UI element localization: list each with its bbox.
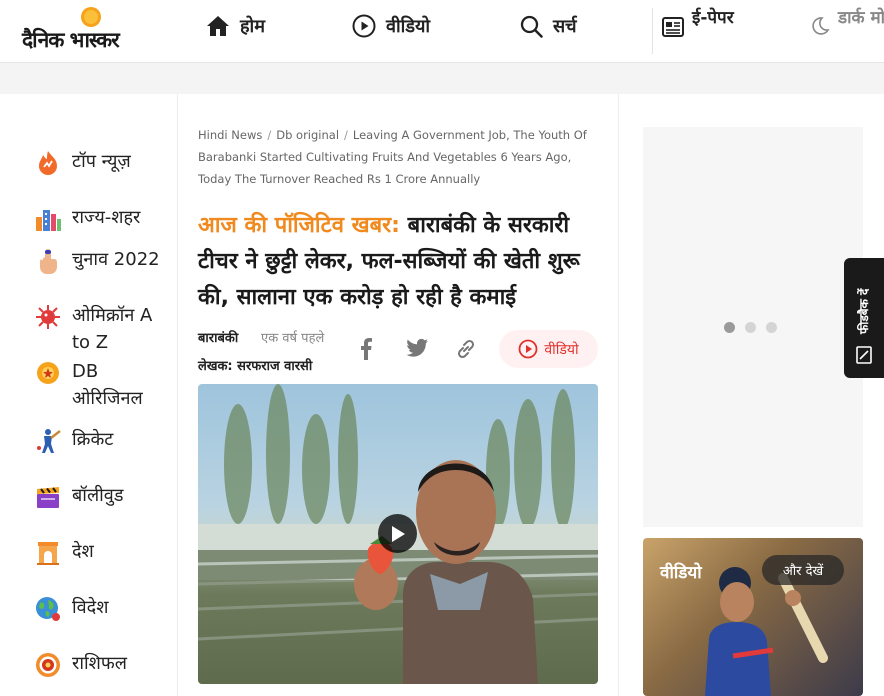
nav-divider	[652, 8, 653, 54]
play-circle-icon	[518, 339, 538, 359]
sidebar-item-state-city[interactable]: राज्य-शहर	[34, 204, 172, 233]
facebook-share-icon[interactable]	[360, 338, 372, 360]
dainik-bhaskar-logo[interactable]: दैनिक भास्कर	[22, 6, 162, 56]
nav-home-label: होम	[240, 16, 265, 37]
sidebar-item-omicron[interactable]: ओमिक्रॉन A to Z	[34, 302, 172, 356]
video-play-button[interactable]	[378, 514, 417, 553]
nav-epaper-label: ई-पेपर	[692, 8, 734, 28]
sidebar-item-label: देश	[72, 541, 94, 562]
article-video-player[interactable]	[198, 384, 598, 684]
nav-epaper[interactable]: ई-पेपर	[662, 8, 752, 37]
breadcrumb-section-link[interactable]: Db original	[276, 128, 339, 142]
article-main: Hindi News / Db original / Leaving A Governm…	[179, 94, 619, 696]
virus-icon	[36, 305, 60, 329]
nav-home[interactable]: होम	[206, 12, 265, 40]
sidebar-item-world[interactable]: विदेश	[34, 594, 172, 623]
flame-icon	[39, 151, 57, 175]
dark-mode-toggle[interactable]: डार्क मोड	[810, 8, 884, 36]
sidebar-item-top-news[interactable]: टॉप न्यूज़	[34, 148, 172, 177]
sidebar-item-label: टॉप न्यूज़	[72, 151, 131, 172]
play-circle-icon	[352, 14, 376, 38]
article-headline: आज की पॉजिटिव खबर: बाराबंकी के सरकारी टी…	[198, 208, 603, 316]
copy-link-icon[interactable]	[455, 338, 477, 360]
sidebar-item-label: विदेश	[72, 597, 109, 618]
sun-logo-icon	[81, 7, 101, 27]
sidebar-item-label: क्रिकेट	[72, 429, 114, 450]
breadcrumb-separator: /	[344, 128, 348, 142]
sidebar-item-db-original[interactable]: DB ओरिजिनल	[34, 358, 172, 412]
sidebar-item-label: राज्य-शहर	[72, 207, 141, 228]
headline-kicker: आज की पॉजिटिव खबर:	[198, 213, 400, 238]
sidebar-item-label: बॉलीवुड	[72, 485, 124, 506]
twitter-share-icon[interactable]	[406, 338, 428, 358]
db-original-icon	[37, 362, 59, 384]
newspaper-icon	[662, 17, 684, 37]
home-icon	[207, 16, 229, 36]
carousel-dots	[724, 322, 787, 333]
sidebar-item-label: DB ओरिजिनल	[72, 361, 143, 409]
ad-strip	[0, 63, 884, 94]
carousel-dot-active[interactable]	[724, 322, 735, 333]
article-time: एक वर्ष पहले	[261, 331, 325, 346]
sidebar-item-cricket[interactable]: क्रिकेट	[34, 426, 172, 455]
sidebar-item-label: चुनाव 2022	[72, 249, 160, 270]
watch-video-label: वीडियो	[544, 341, 579, 358]
play-icon	[391, 525, 405, 542]
feedback-label: फीडबैक दें	[857, 288, 871, 334]
sidebar-item-label: ओमिक्रॉन A to Z	[72, 305, 153, 353]
moon-icon	[812, 17, 830, 35]
watch-video-button[interactable]: वीडियो	[499, 330, 598, 368]
feedback-tab[interactable]: फीडबैक दें	[844, 258, 884, 378]
city-icon	[36, 210, 61, 231]
nav-search[interactable]: सर्च	[520, 12, 577, 40]
breadcrumb: Hindi News / Db original / Leaving A Governm…	[198, 124, 603, 190]
sidebar-item-horoscope[interactable]: राशिफल	[34, 650, 172, 679]
search-icon	[520, 15, 543, 38]
voting-finger-icon	[40, 249, 57, 274]
video-widget-title: वीडियो	[660, 563, 702, 583]
breadcrumb-home-link[interactable]: Hindi News	[198, 128, 262, 142]
carousel-dot[interactable]	[766, 322, 777, 333]
sidebar-item-bollywood[interactable]: बॉलीवुड	[34, 482, 172, 511]
nav-search-label: सर्च	[553, 16, 577, 37]
sidebar-item-label: राशिफल	[72, 653, 128, 674]
breadcrumb-separator: /	[267, 128, 272, 142]
category-sidebar: टॉप न्यूज़ राज्य-शहर चुनाव 2022 ओमिक्रॉन…	[0, 94, 178, 696]
clapperboard-icon	[37, 487, 59, 508]
top-header: दैनिक भास्कर होम वीडियो सर्च ई-पेपर डार्…	[0, 0, 884, 63]
video-widget[interactable]: वीडियो और देखें	[643, 538, 863, 696]
article-place[interactable]: बाराबंकी	[198, 328, 238, 346]
globe-icon	[36, 597, 60, 621]
sidebar-item-country[interactable]: देश	[34, 538, 172, 567]
nav-video[interactable]: वीडियो	[352, 12, 430, 40]
dark-mode-label: डार्क मोड	[838, 8, 884, 28]
see-more-button[interactable]: और देखें	[762, 555, 844, 585]
zodiac-icon	[36, 653, 60, 677]
cricket-icon	[37, 429, 61, 453]
india-gate-icon	[37, 542, 59, 565]
sidebar-item-election[interactable]: चुनाव 2022	[34, 246, 172, 275]
logo-text: दैनिक भास्कर	[22, 28, 120, 52]
article-author: लेखक: सरफराज वारसी	[198, 359, 313, 374]
feedback-icon	[856, 346, 872, 364]
nav-video-label: वीडियो	[386, 16, 431, 37]
carousel-dot[interactable]	[745, 322, 756, 333]
